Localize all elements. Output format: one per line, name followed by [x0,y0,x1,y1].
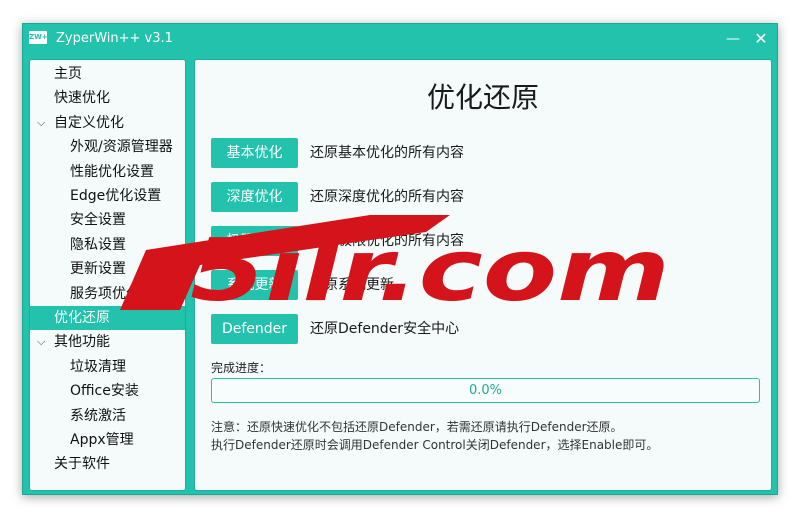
chevron-down-icon[interactable]: ⌵ [37,330,45,354]
sidebar-item[interactable]: 关于软件 [30,452,185,476]
restore-deep-button[interactable]: 深度优化 [211,182,298,212]
progress-bar: 0.0% [211,378,760,403]
sidebar-item[interactable]: 系统激活 [30,404,185,428]
sidebar-item-label: 系统激活 [70,407,126,424]
restore-deep-desc: 还原深度优化的所有内容 [310,189,464,205]
restore-defender-button[interactable]: Defender [211,314,298,344]
restore-update-desc: 还原系统更新 [310,277,394,293]
sidebar-item[interactable]: 隐私设置 [30,233,185,257]
restore-basic-button[interactable]: 基本优化 [211,138,298,168]
sidebar-item[interactable]: 外观/资源管理器 [30,135,185,159]
sidebar-item-label: 隐私设置 [70,236,126,253]
app-logo-icon: ZW+ [29,31,48,44]
sidebar-item-label: 更新设置 [70,261,126,278]
sidebar-item-label: 快速优化 [54,90,110,107]
progress-label: 完成进度： [211,361,272,375]
sidebar-item-label: 关于软件 [54,456,110,473]
sidebar-item-label: Edge优化设置 [70,188,162,204]
close-button[interactable]: ✕ [747,26,775,52]
progress-text: 0.0% [468,383,503,398]
sidebar-item[interactable]: ⌵ 自定义优化 [30,111,185,135]
sidebar-item-label: Office安装 [70,383,139,400]
sidebar-item-label: 性能优化设置 [70,163,154,180]
sidebar-item[interactable]: 更新设置 [30,257,185,281]
sidebar-item[interactable]: 优化还原 [30,306,185,330]
sidebar-item-label: 优化还原 [54,310,110,326]
sidebar-item-label: 主页 [54,66,82,82]
sidebar-item-label: 安全设置 [70,212,126,229]
restore-basic-desc: 还原基本优化的所有内容 [310,145,464,161]
restore-extreme-desc: 还原极限优化的所有内容 [310,233,464,249]
sidebar-item[interactable]: 主页 [30,62,185,86]
restore-update-button[interactable]: 系统更新 [211,270,298,300]
sidebar-item[interactable]: Appx管理 [30,428,185,452]
sidebar-nav: 主页快速优化 ⌵ 自定义优化外观/资源管理器 性能优化设置 Edge优化设置 安全设置隐私… [29,59,186,491]
page-title: 优化还原 [426,81,539,114]
restore-extreme-button[interactable]: 极限优化 [211,226,298,256]
sidebar-item-label: 外观/资源管理器 [70,139,173,156]
note-line-1: 注意：还原快速优化不包括还原Defender，若需还原请执行Defender还原… [211,420,623,434]
sidebar-item[interactable]: Office安装 [30,379,185,403]
sidebar-item[interactable]: 垃圾清理 [30,355,185,379]
sidebar-item[interactable]: ⌵ 其他功能 [30,330,185,354]
main-panel: 优化还原 基本优化 还原基本优化的所有内容 深度优化 还原深度优化的所有内容 极… [194,59,772,491]
sidebar-item[interactable]: 快速优化 [30,86,185,110]
sidebar-item[interactable]: 服务项优化 [30,282,185,306]
restore-defender-desc: 还原Defender安全中心 [310,321,460,337]
window-title: ZyperWin++ v3.1 [56,31,173,46]
app-window: ZW+ ZyperWin++ v3.1 — ✕ 主页快速优化 ⌵ 自定义优化外观/资… [22,23,778,495]
sidebar-item[interactable]: 安全设置 [30,208,185,232]
sidebar-item-label: 其他功能 [54,334,110,351]
sidebar-item-label: 垃圾清理 [70,358,126,375]
chevron-down-icon[interactable]: ⌵ [37,111,45,135]
sidebar-item-label: Appx管理 [70,432,134,448]
sidebar-item[interactable]: 性能优化设置 [30,160,185,184]
minimize-button[interactable]: — [719,26,747,52]
sidebar-item-label: 自定义优化 [54,114,124,131]
sidebar-item-label: 服务项优化 [70,285,140,302]
title-bar[interactable]: ZW+ ZyperWin++ v3.1 — ✕ [23,24,777,54]
note-line-2: 执行Defender还原时会调用Defender Control关闭Defend… [211,438,659,452]
sidebar-item[interactable]: Edge优化设置 [30,184,185,208]
